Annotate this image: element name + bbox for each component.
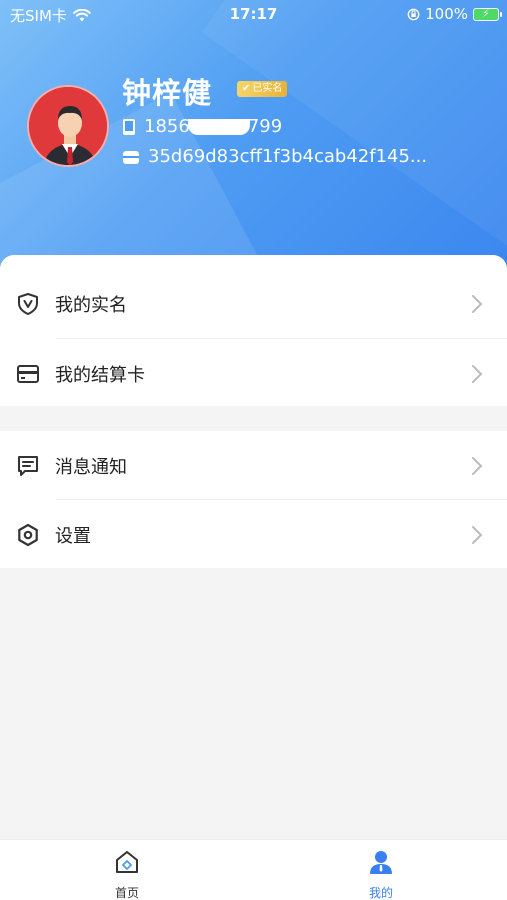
address-row: 35d69d83cff1f3b4cab42f145...: [122, 146, 427, 167]
menu-item-settlement-card[interactable]: 我的结算卡: [0, 339, 507, 408]
menu-label: 设置: [55, 525, 91, 547]
phone-row: 1856 799: [122, 116, 282, 137]
chevron-right-icon: [472, 525, 483, 544]
menu-item-real-name[interactable]: 我的实名: [0, 255, 507, 339]
shield-v-icon: [16, 292, 40, 316]
phone-suffix: 799: [247, 116, 283, 137]
menu-group-system: 消息通知 设置: [0, 431, 507, 568]
settings-icon: [16, 523, 40, 547]
status-bar: 无SIM卡 17:17 100% ⚡: [0, 0, 507, 28]
wallet-address[interactable]: 35d69d83cff1f3b4cab42f145...: [148, 146, 427, 167]
menu-label: 我的实名: [55, 295, 127, 316]
tab-label: 首页: [114, 886, 139, 900]
menu-item-settings[interactable]: 设置: [0, 500, 507, 569]
menu-item-notifications[interactable]: 消息通知: [0, 431, 507, 500]
tab-bar: 首页 我的: [0, 839, 507, 900]
battery-icon: ⚡: [473, 7, 502, 21]
chevron-right-icon: [472, 456, 483, 475]
phone-mask: [187, 119, 250, 135]
tab-home[interactable]: 首页: [97, 848, 157, 900]
home-icon: [116, 851, 138, 873]
user-icon: [370, 851, 392, 874]
card-icon: [16, 362, 40, 386]
tab-label: 我的: [368, 886, 393, 900]
tab-mine[interactable]: 我的: [351, 848, 411, 900]
chevron-right-icon: [472, 295, 483, 313]
avatar[interactable]: [27, 85, 109, 167]
phone-icon: [123, 118, 135, 135]
menu-label: 消息通知: [55, 456, 127, 478]
wallet-icon: [123, 150, 139, 164]
menu-group-account: 我的实名 我的结算卡: [0, 255, 507, 406]
verified-check-icon: ✔: [242, 83, 251, 94]
verified-label: 已实名: [252, 83, 283, 94]
chevron-right-icon: [472, 364, 483, 383]
menu-label: 我的结算卡: [55, 364, 145, 386]
verified-badge: ✔ 已实名: [237, 81, 288, 97]
phone-prefix: 1856: [144, 116, 190, 137]
battery-percent: 100%: [425, 5, 468, 23]
message-icon: [16, 454, 40, 478]
orientation-lock-icon: [407, 8, 420, 20]
user-name: 钟梓健: [122, 76, 213, 110]
